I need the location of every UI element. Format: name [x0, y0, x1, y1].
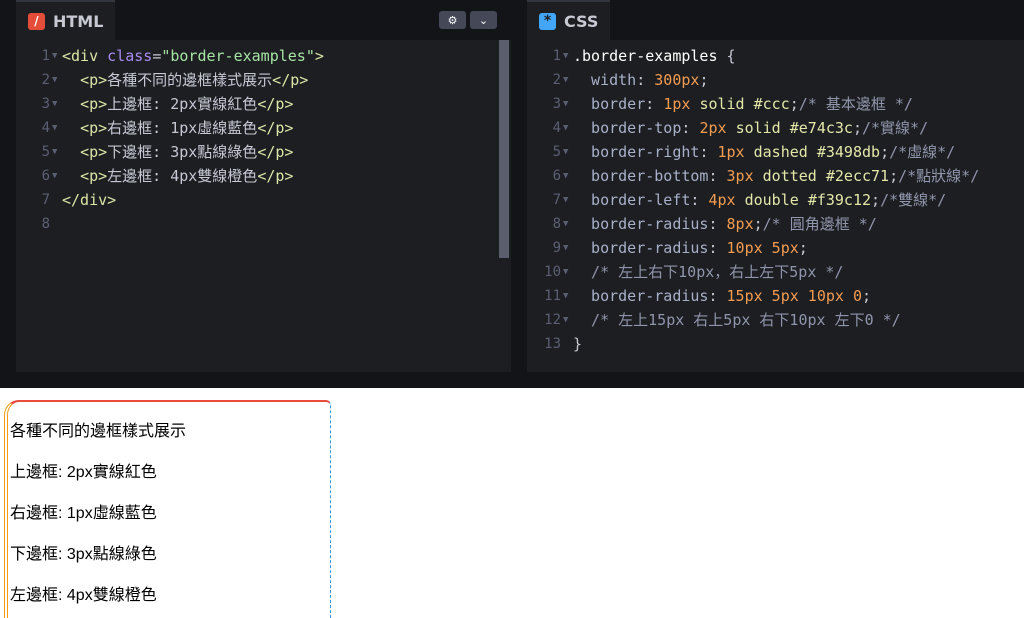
code-text: <p>上邊框: 2px實線紅色</p>	[80, 95, 294, 113]
html-editor-scrollbar[interactable]	[499, 40, 509, 258]
preview-paragraph: 右邊框: 1px虛線藍色	[10, 505, 157, 522]
fold-arrow-icon[interactable]: ▼	[563, 260, 568, 284]
line-number: 4	[41, 120, 50, 136]
code-text: <p>左邊框: 4px雙線橙色</p>	[80, 167, 294, 185]
code-text: <p>各種不同的邊框樣式展示</p>	[80, 71, 309, 89]
fold-arrow-icon[interactable]: ▼	[563, 236, 568, 260]
fold-arrow-icon[interactable]: ▼	[52, 44, 57, 68]
line-number: 7	[41, 192, 50, 208]
fold-arrow-icon[interactable]: ▼	[563, 44, 568, 68]
preview-paragraph: 左邊框: 4px雙線橙色	[10, 587, 157, 604]
code-text: </div>	[62, 191, 117, 209]
code-text: border-radius: 15px 5px 10px 0;	[573, 287, 872, 305]
chevron-down-icon[interactable]: ⌄	[470, 11, 497, 29]
line-number: 1	[552, 48, 561, 64]
code-text: .border-examples {	[573, 47, 736, 65]
fold-arrow-icon[interactable]: ▼	[563, 164, 568, 188]
line-number: 5	[41, 144, 50, 160]
code-text: border: 1px solid #ccc;/* 基本邊框 */	[573, 95, 913, 113]
html-tab-actions: ⚙ ⌄	[439, 11, 497, 29]
html-code-editor[interactable]: 1 ▼ <div class="border-examples"> 2 ▼ <p>各種不…	[16, 40, 511, 372]
code-text: <p>右邊框: 1px虛線藍色</p>	[80, 119, 294, 137]
code-text: width: 300px;	[573, 71, 709, 89]
code-text: }	[573, 335, 583, 353]
fold-arrow-icon[interactable]: ▼	[563, 284, 568, 308]
tab-html[interactable]: / HTML	[16, 0, 116, 40]
fold-arrow-icon[interactable]: ▼	[563, 188, 568, 212]
border-examples-box: 各種不同的邊框樣式展示 上邊框: 2px實線紅色 右邊框: 1px虛線藍色 下邊…	[4, 400, 331, 618]
fold-arrow-icon[interactable]: ▼	[563, 212, 568, 236]
code-text: <p>下邊框: 3px點線綠色</p>	[80, 143, 294, 161]
fold-arrow-icon[interactable]: ▼	[563, 92, 568, 116]
preview-paragraph: 上邊框: 2px實線紅色	[10, 464, 157, 481]
html-tab-bar: / HTML ⚙ ⌄	[16, 0, 511, 40]
html-editor-panel: / HTML ⚙ ⌄ 1 ▼ <div class="border-examples…	[16, 0, 511, 372]
tab-css[interactable]: * CSS	[527, 0, 611, 40]
line-number: 5	[552, 144, 561, 160]
code-text: /* 左上右下10px，右上左下5px */	[573, 263, 844, 281]
code-text: border-radius: 8px;/* 圓角邊框 */	[573, 215, 877, 233]
code-text: <div class="border-examples">	[62, 47, 324, 65]
fold-arrow-icon[interactable]: ▼	[563, 140, 568, 164]
code-text: border-bottom: 3px dotted #2ecc71;/*點狀線*…	[573, 167, 980, 185]
code-text: border-radius: 10px 5px;	[573, 239, 808, 257]
line-number: 10	[544, 264, 561, 280]
line-number: 2	[41, 72, 50, 88]
css-tab-label: CSS	[564, 11, 599, 31]
fold-arrow-icon[interactable]: ▼	[563, 68, 568, 92]
preview-paragraph: 各種不同的邊框樣式展示	[10, 423, 187, 440]
line-number: 1	[41, 48, 50, 64]
code-text: border-top: 2px solid #e74c3c;/*實線*/	[573, 119, 929, 137]
css-code-editor[interactable]: 1 ▼ .border-examples {2 ▼ width: 300px; 3 ▼ b…	[527, 40, 1024, 372]
line-number: 7	[552, 192, 561, 208]
fold-arrow-icon[interactable]: ▼	[52, 164, 57, 188]
fold-arrow-icon[interactable]: ▼	[52, 92, 57, 116]
css-tab-bar: * CSS	[527, 0, 1024, 40]
css-editor-panel: * CSS 1 ▼ .border-examples {2 ▼ width: 300p…	[527, 0, 1024, 372]
line-number: 3	[552, 96, 561, 112]
css-asterisk-icon: *	[539, 12, 556, 30]
html-tab-label: HTML	[53, 11, 104, 31]
fold-arrow-icon[interactable]: ▼	[52, 140, 57, 164]
code-text: /* 左上15px 右上5px 右下10px 左下0 */	[573, 311, 901, 329]
result-preview: 各種不同的邊框樣式展示 上邊框: 2px實線紅色 右邊框: 1px虛線藍色 下邊…	[0, 388, 1024, 618]
line-number: 6	[41, 168, 50, 184]
fold-arrow-icon[interactable]: ▼	[563, 116, 568, 140]
line-number: 6	[552, 168, 561, 184]
preview-paragraph: 下邊框: 3px點線綠色	[10, 546, 157, 563]
line-number: 2	[552, 72, 561, 88]
code-text: border-right: 1px dashed #3498db;/*虛線*/	[573, 143, 956, 161]
editor-area: / HTML ⚙ ⌄ 1 ▼ <div class="border-examples…	[0, 0, 1024, 388]
fold-arrow-icon[interactable]: ▼	[52, 68, 57, 92]
line-number: 13	[544, 336, 561, 352]
line-number: 8	[552, 216, 561, 232]
line-number: 3	[41, 96, 50, 112]
line-number: 4	[552, 120, 561, 136]
panel-resizer-left[interactable]	[0, 0, 16, 372]
fold-arrow-icon[interactable]: ▼	[52, 116, 57, 140]
line-number: 11	[544, 288, 561, 304]
line-number: 8	[41, 216, 50, 232]
fold-arrow-icon[interactable]: ▼	[563, 308, 568, 332]
gear-icon[interactable]: ⚙	[439, 11, 466, 29]
code-text: border-left: 4px double #f39c12;/*雙線*/	[573, 191, 947, 209]
line-number: 12	[544, 312, 561, 328]
line-number: 9	[552, 240, 561, 256]
panel-resizer-middle[interactable]	[511, 0, 527, 372]
html-logo-icon: /	[28, 12, 45, 30]
